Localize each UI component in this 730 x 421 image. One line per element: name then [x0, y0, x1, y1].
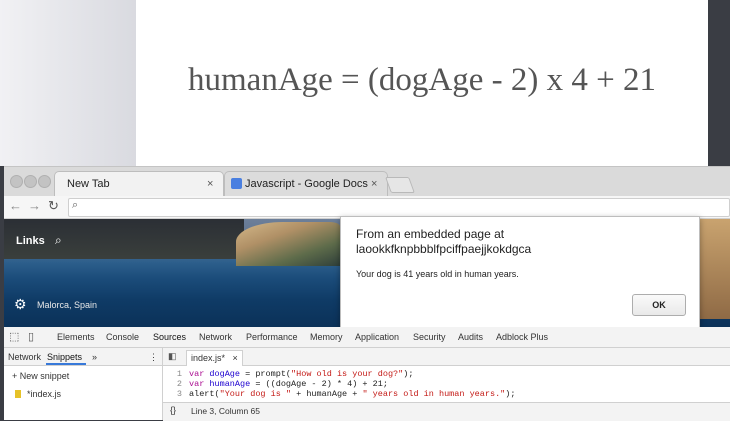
slide-right-panel — [708, 0, 730, 166]
code-text: ); — [403, 369, 414, 379]
editor-tab-index-js[interactable]: index.js* × — [186, 350, 243, 366]
line-number: 3 — [176, 389, 182, 399]
tab-new-tab[interactable]: New Tab × — [54, 171, 224, 197]
string: "Your dog is " — [219, 389, 292, 399]
forward-icon[interactable]: → — [28, 198, 41, 213]
background-cliff — [236, 222, 340, 266]
more-options-icon[interactable]: ⋮ — [149, 352, 158, 363]
tab-application[interactable]: Application — [355, 332, 399, 342]
tab-sources[interactable]: Sources — [153, 332, 186, 342]
code-text: = ((dogAge - 2) * 4) + 21; — [250, 379, 388, 389]
code-line-1[interactable]: var dogAge = prompt("How old is your dog… — [189, 369, 413, 379]
file-icon — [15, 390, 21, 398]
tab-console[interactable]: Console — [106, 332, 139, 342]
links-label[interactable]: Links — [16, 235, 45, 247]
tab-memory[interactable]: Memory — [310, 332, 343, 342]
window-minimize-dot[interactable] — [24, 175, 37, 188]
close-icon[interactable]: × — [371, 178, 377, 190]
cursor-position: Line 3, Column 65 — [191, 406, 260, 416]
back-icon[interactable]: ← — [9, 198, 22, 213]
slide-left-panel — [0, 0, 136, 166]
tab-performance[interactable]: Performance — [246, 332, 298, 342]
variable: dogAge — [209, 369, 241, 379]
string: "How old is your dog?" — [291, 369, 404, 379]
line-number: 1 — [176, 369, 182, 379]
tab-google-docs[interactable]: Javascript - Google Docs × — [224, 171, 388, 197]
device-toggle-icon[interactable]: ▯ — [28, 330, 34, 343]
variable: humanAge — [209, 379, 251, 389]
tab-audits[interactable]: Audits — [458, 332, 483, 342]
close-icon[interactable]: × — [233, 353, 238, 363]
window-zoom-dot[interactable] — [38, 175, 51, 188]
ok-button[interactable]: OK — [632, 294, 686, 316]
dialog-message: Your dog is 41 years old in human years. — [356, 269, 519, 279]
code-text: ); — [505, 389, 516, 399]
search-icon[interactable]: ⌕ — [55, 233, 62, 248]
tab-adblock-plus[interactable]: Adblock Plus — [496, 332, 548, 342]
snippet-file-item[interactable]: *index.js — [27, 389, 61, 399]
code-text: alert( — [189, 389, 220, 399]
tab-label: Javascript - Google Docs — [245, 178, 368, 190]
line-number: 2 — [176, 379, 182, 389]
navigator-tab-snippets[interactable]: Snippets — [47, 352, 82, 362]
string: " years old in human years." — [362, 389, 506, 399]
code-text: + humanAge + — [291, 389, 363, 399]
code-line-2[interactable]: var humanAge = ((dogAge - 2) * 4) + 21; — [189, 379, 388, 389]
pretty-print-button[interactable]: {} — [170, 405, 176, 415]
tab-label: New Tab — [67, 178, 110, 190]
editor-tab-bar — [163, 348, 730, 366]
location-label: Malorca, Spain — [37, 300, 98, 310]
tab-security[interactable]: Security — [413, 332, 446, 342]
background-cliff-far — [698, 219, 730, 319]
editor-tab-label: index.js* — [191, 353, 226, 363]
dialog-title: From an embedded page at laookkfknpbbblf… — [356, 227, 532, 256]
docs-icon — [231, 178, 242, 189]
gear-icon[interactable]: ⚙ — [14, 296, 27, 313]
tab-network[interactable]: Network — [199, 332, 232, 342]
address-bar[interactable] — [68, 198, 730, 217]
navigator-tab-network[interactable]: Network — [8, 352, 41, 362]
keyword: var — [189, 379, 210, 389]
search-icon: ⌕ — [72, 199, 79, 211]
code-line-3[interactable]: alert("Your dog is " + humanAge + " year… — [189, 389, 515, 399]
tab-elements[interactable]: Elements — [57, 332, 95, 342]
keyword: var — [189, 369, 210, 379]
window-close-dot[interactable] — [10, 175, 23, 188]
reload-icon[interactable]: ↻ — [48, 198, 59, 214]
inspect-icon[interactable]: ⬚ — [9, 330, 19, 343]
close-icon[interactable]: × — [207, 178, 213, 190]
active-tab-indicator — [46, 363, 86, 365]
toggle-navigator-icon[interactable]: ◧ — [168, 351, 177, 362]
slide-formula: humanAge = (dogAge - 2) x 4 + 21 — [188, 62, 656, 98]
new-snippet-button[interactable]: + New snippet — [12, 371, 69, 381]
more-tabs-icon[interactable]: » — [92, 352, 97, 362]
code-text: = prompt( — [240, 369, 292, 379]
